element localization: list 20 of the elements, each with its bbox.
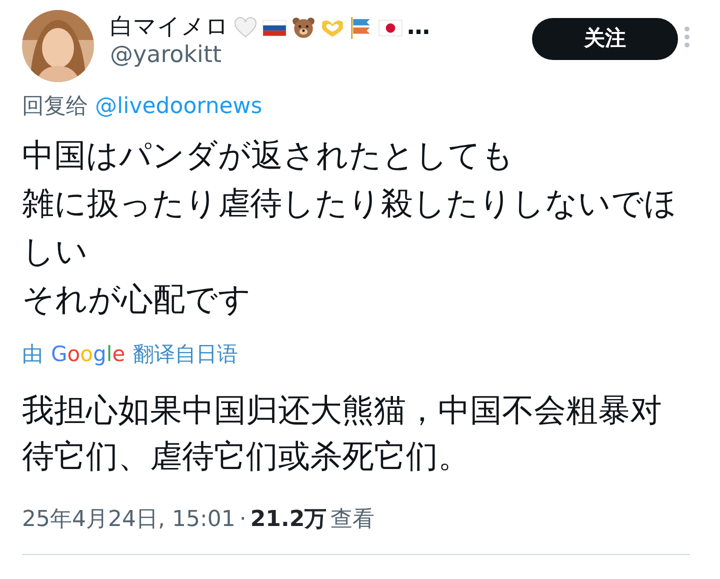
more-icon[interactable] bbox=[684, 26, 690, 48]
tweet-text: 中国はパンダが返されたとしても bbox=[22, 135, 515, 176]
heart-icon bbox=[233, 15, 258, 40]
separator-dot: · bbox=[239, 506, 246, 534]
translated-text: 我担心如果中国归还大熊猫，中国不会粗暴对待它们、虐待它们或杀死它们。 bbox=[22, 390, 663, 476]
translated-by-label: 由 bbox=[22, 341, 43, 368]
user-handle: @yarokitt bbox=[110, 42, 222, 70]
mention-link[interactable]: @livedoornews bbox=[95, 94, 262, 119]
reply-to-label: 回复给 @livedoornews bbox=[22, 93, 264, 121]
ellipsis: … bbox=[407, 14, 430, 42]
display-name: 白マイメロ bbox=[110, 14, 229, 42]
bear-icon bbox=[291, 15, 316, 40]
tweet-text: それが心配です bbox=[22, 279, 252, 320]
timestamp: 25年4月24日, 15:01 bbox=[22, 506, 236, 534]
views-label: 查看 bbox=[330, 506, 375, 534]
translate-source-link[interactable]: 翻译自日语 bbox=[133, 339, 238, 370]
tweet-text: 雑に扱ったり虐待したり殺したりしないでほしい bbox=[22, 183, 678, 272]
follow-button[interactable]: 关注 bbox=[532, 18, 678, 60]
google-logo: Google bbox=[51, 341, 126, 368]
view-count: 21.2万 bbox=[250, 506, 327, 534]
